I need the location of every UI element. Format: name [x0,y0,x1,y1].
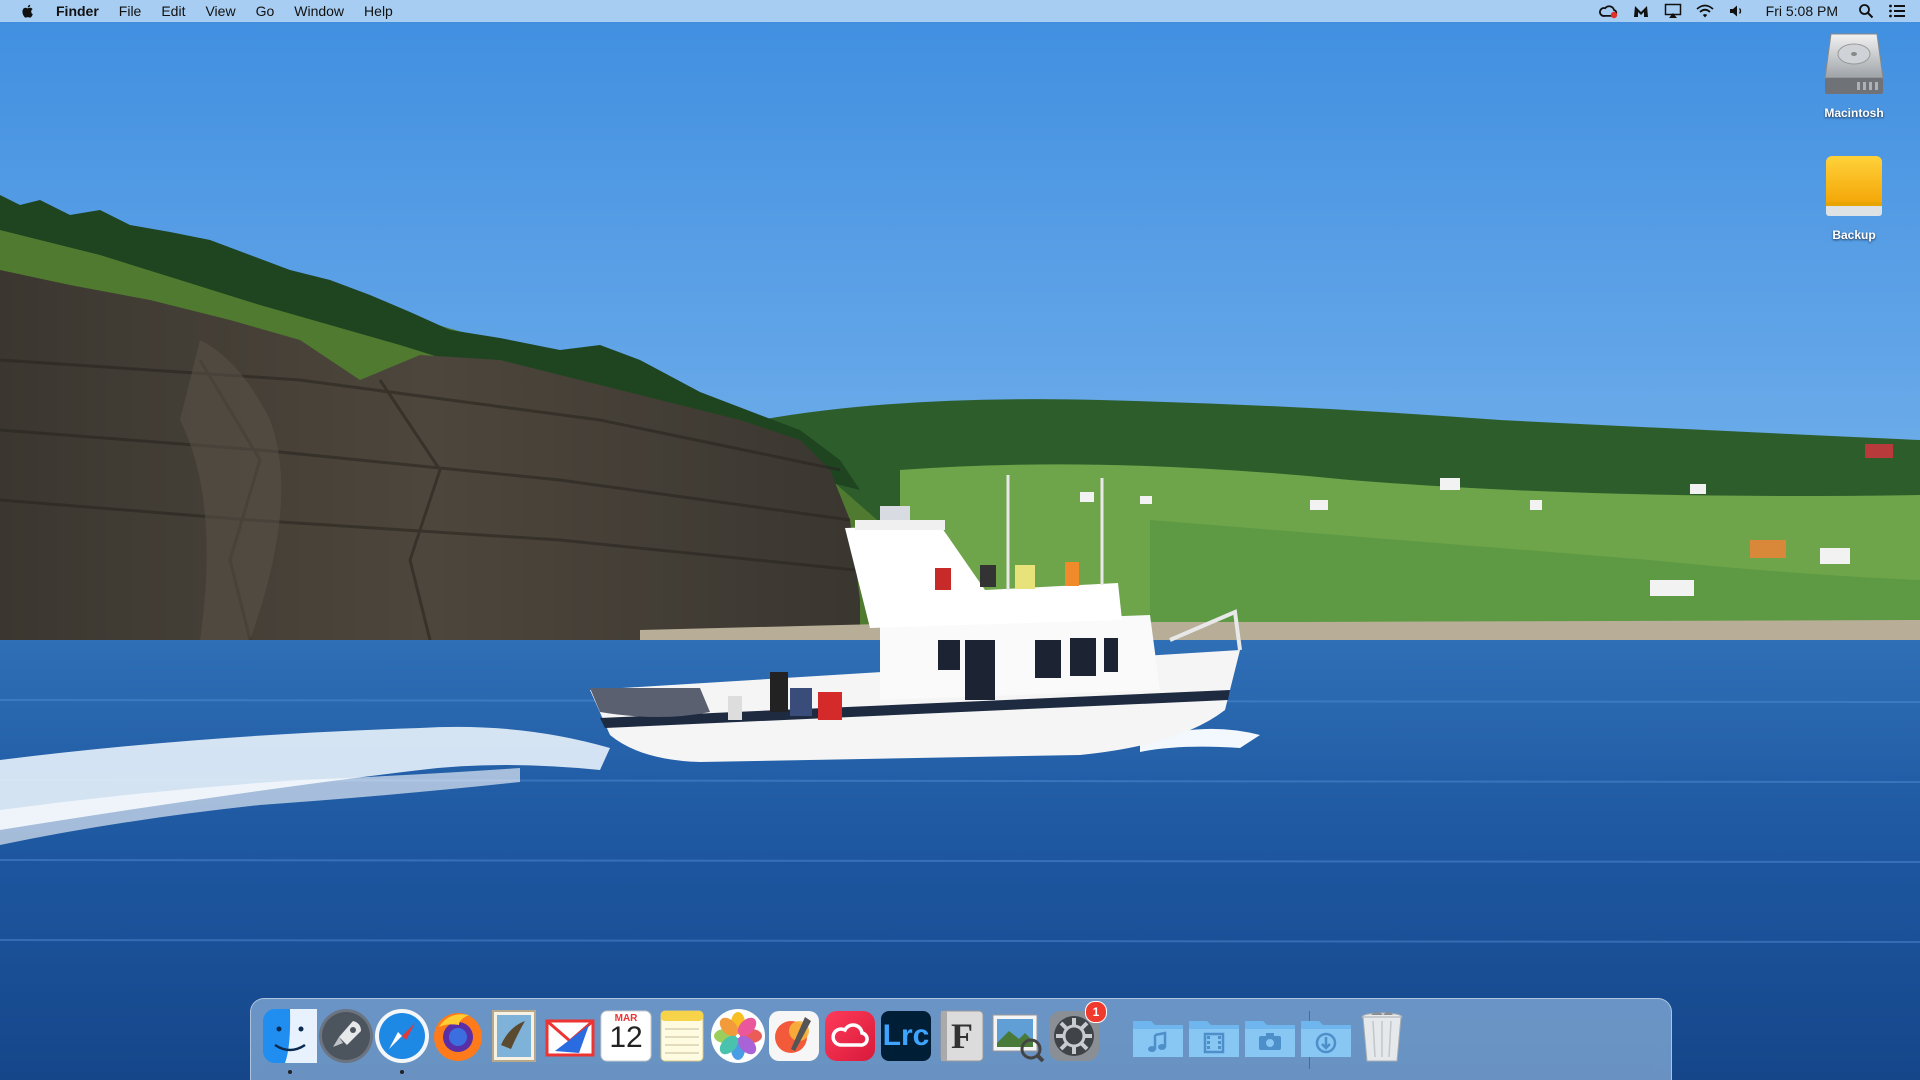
apple-menu-icon[interactable] [20,3,36,19]
running-indicator [288,1070,292,1074]
airplay-icon[interactable] [1664,3,1682,19]
dock-creative-cloud[interactable] [821,1007,879,1065]
notification-center-icon[interactable] [1888,3,1906,19]
menu-file[interactable]: File [109,0,152,22]
dock-airmail[interactable] [541,1007,599,1065]
music-folder-icon [1133,1021,1183,1057]
dock-notes[interactable] [653,1007,711,1065]
creative-cloud-icon [825,1011,875,1061]
pixelmator-icon [769,1011,819,1061]
dock-firefox[interactable] [429,1007,487,1065]
downloads-folder-icon [1301,1021,1351,1057]
menu-help[interactable]: Help [354,0,403,22]
desktop-icon-backup[interactable]: Backup [1806,152,1902,242]
dock-calendar[interactable]: MAR 12 [597,1007,655,1065]
fontbook-label: F [951,1016,973,1056]
notification-badge: 1 [1085,1001,1107,1023]
running-indicator [400,1070,404,1074]
external-drive-icon [1826,156,1882,216]
notes-icon [660,1010,704,1062]
pictures-folder-icon [1245,1021,1295,1057]
dock-pictures-folder[interactable] [1241,1007,1299,1065]
menu-bar: Finder File Edit View Go Window Help Fri… [0,0,1920,22]
desktop-wallpaper [0,0,1920,1080]
dock-lightroom[interactable]: Lrc [877,1007,935,1065]
dock-fontbook[interactable]: F [933,1007,991,1065]
creative-cloud-icon[interactable] [1598,3,1618,19]
safari-icon [375,1009,429,1063]
spotlight-search-icon[interactable] [1858,3,1874,19]
finder-icon [263,1009,317,1063]
photos-icon [711,1009,765,1063]
movies-folder-icon [1189,1021,1239,1057]
dock-downloads-folder[interactable] [1297,1007,1355,1065]
dock-preview[interactable] [989,1007,1047,1065]
firefox-icon [434,1013,482,1061]
dock-finder[interactable] [261,1007,319,1074]
mail-icon [492,1010,536,1062]
dock-pixelmator[interactable] [765,1007,823,1065]
dock-music-folder[interactable] [1129,1007,1187,1065]
dock-system-preferences[interactable]: 1 [1045,1001,1107,1065]
menu-app-name[interactable]: Finder [48,0,109,22]
malwarebytes-icon[interactable] [1632,3,1650,19]
dock-photos[interactable] [709,1007,767,1065]
wifi-icon[interactable] [1696,3,1714,19]
dock-safari[interactable] [373,1007,431,1074]
menu-window[interactable]: Window [284,0,354,22]
dock-launchpad[interactable] [317,1007,375,1065]
dock-mail[interactable] [485,1007,543,1065]
dock-movies-folder[interactable] [1185,1007,1243,1065]
airmail-icon [545,1019,595,1057]
menu-go[interactable]: Go [246,0,285,22]
menu-view[interactable]: View [195,0,245,22]
launchpad-icon [319,1009,373,1063]
dock-trash[interactable] [1353,1007,1411,1065]
desktop-icon-label: Macintosh [1824,106,1884,120]
dock: MAR 12 Lrc F 1 [250,998,1672,1080]
desktop: Finder File Edit View Go Window Help Fri… [0,0,1920,1080]
trash-icon [1361,1012,1403,1062]
volume-icon[interactable] [1728,3,1746,19]
desktop-icon-label: Backup [1832,228,1876,242]
lightroom-label: Lrc [882,1019,930,1052]
calendar-day: 12 [609,1021,643,1054]
menu-clock[interactable]: Fri 5:08 PM [1766,3,1838,19]
hard-drive-icon [1824,33,1884,94]
desktop-icon-macintosh[interactable]: Macintosh [1806,30,1902,120]
preview-icon [992,1014,1045,1063]
menu-edit[interactable]: Edit [151,0,195,22]
